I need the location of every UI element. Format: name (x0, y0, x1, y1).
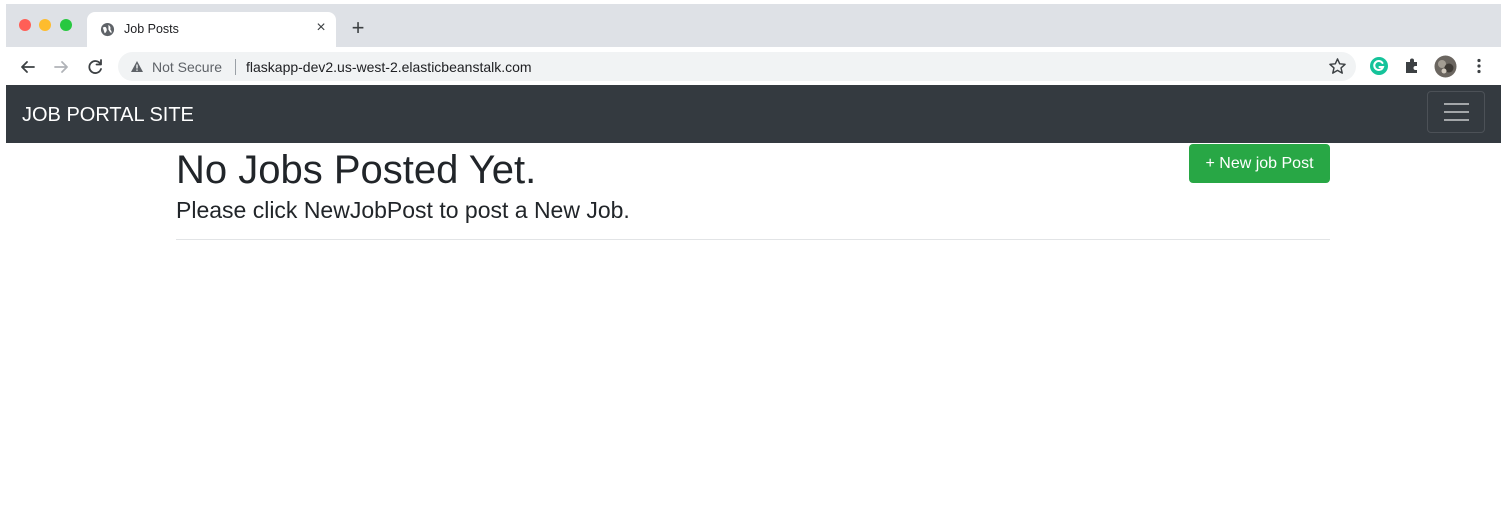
close-tab-icon[interactable]: × (313, 20, 329, 36)
browser-toolbar: Not Secure flaskapp-dev2.us-west-2.elast… (6, 47, 1501, 85)
browser-window: Job Posts × + Not Secure flaskapp-dev2.u… (6, 4, 1501, 518)
address-bar[interactable]: Not Secure flaskapp-dev2.us-west-2.elast… (118, 52, 1356, 81)
address-separator (235, 59, 236, 75)
extensions-icon[interactable] (1402, 56, 1422, 76)
page-subtitle: Please click NewJobPost to post a New Jo… (176, 197, 630, 223)
divider (176, 239, 1330, 240)
menu-icon[interactable] (1469, 56, 1489, 76)
tab-strip: Job Posts × + (6, 4, 1501, 47)
star-icon[interactable] (1328, 57, 1347, 76)
back-icon[interactable] (17, 56, 39, 78)
grammarly-icon[interactable] (1369, 56, 1389, 76)
tab-job-posts[interactable]: Job Posts × (87, 12, 336, 47)
maximize-window-button[interactable] (60, 19, 72, 31)
close-window-button[interactable] (19, 19, 31, 31)
minimize-window-button[interactable] (39, 19, 51, 31)
warning-icon[interactable] (130, 60, 144, 73)
new-job-post-button[interactable]: + New job Post (1189, 144, 1330, 183)
tab-title: Job Posts (124, 22, 179, 36)
hamburger-icon-bar (1444, 111, 1469, 113)
reload-icon[interactable] (84, 56, 106, 78)
profile-avatar[interactable] (1434, 55, 1457, 78)
forward-icon[interactable] (50, 56, 72, 78)
new-tab-button[interactable]: + (346, 16, 370, 40)
navbar-brand[interactable]: JOB PORTAL SITE (22, 104, 194, 127)
security-label[interactable]: Not Secure (152, 59, 222, 75)
page-title: No Jobs Posted Yet. (176, 148, 537, 192)
hamburger-icon (1444, 103, 1469, 105)
url-text[interactable]: flaskapp-dev2.us-west-2.elasticbeanstalk… (246, 59, 532, 75)
navbar-toggler-button[interactable] (1427, 91, 1485, 133)
globe-icon (100, 22, 115, 37)
site-navbar: JOB PORTAL SITE (6, 85, 1501, 143)
hamburger-icon-bar (1444, 119, 1469, 121)
